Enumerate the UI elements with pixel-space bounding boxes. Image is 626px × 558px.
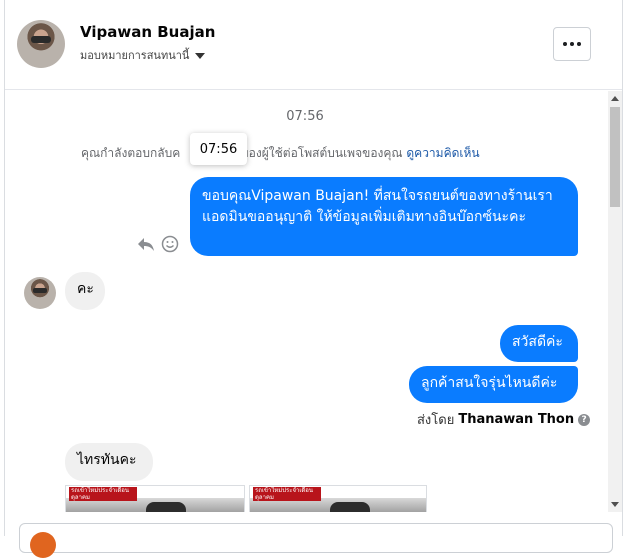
scroll-up-arrow-icon[interactable]: [611, 96, 619, 101]
more-options-button[interactable]: [553, 27, 591, 61]
outgoing-message[interactable]: สวัสดีค่ะ: [500, 325, 578, 362]
assign-conversation-label: มอบหมายการสนทนานี้: [80, 49, 190, 62]
reply-icon[interactable]: [137, 236, 155, 252]
message-composer[interactable]: [19, 523, 613, 558]
outgoing-message[interactable]: ลูกค้าสนใจรุ่นไหนดีค่ะ: [409, 366, 578, 403]
view-comment-link[interactable]: ดูความคิดเห็น: [406, 146, 479, 160]
contact-name[interactable]: Vipawan Buajan: [80, 23, 215, 41]
scroll-down-arrow-icon[interactable]: [611, 502, 619, 507]
image-attachment[interactable]: รถเข้าใหม่ประจำเดือน ตุลาคม: [249, 485, 427, 512]
notice-text-tail: นของผู้ใช้ต่อโพสต์บนเพจของคุณ: [232, 146, 403, 160]
promo-banner: รถเข้าใหม่ประจำเดือน ตุลาคม: [253, 487, 321, 501]
incoming-message[interactable]: ไทรทันคะ: [65, 443, 153, 481]
notice-text: คุณกำลังตอบกลับค: [81, 146, 181, 160]
comment-reply-notice: คุณกำลังตอบกลับค นของผู้ใช้ต่อโพสต์บนเพจข…: [81, 144, 480, 163]
help-icon[interactable]: ?: [578, 413, 591, 426]
thread-scrollbar[interactable]: [608, 91, 622, 512]
message-thread[interactable]: 07:56 คุณกำลังตอบกลับค นของผู้ใช้ต่อโพสต์…: [5, 91, 605, 512]
scrollbar-thumb[interactable]: [610, 107, 620, 207]
incoming-message[interactable]: คะ: [65, 272, 105, 310]
caret-down-icon: [195, 53, 206, 59]
message-actions: [137, 235, 179, 253]
sent-by-name: Thanawan Thon: [458, 412, 575, 427]
conversation-panel: Vipawan Buajan มอบหมายการสนทนานี้ 07:56 …: [4, 0, 623, 558]
outgoing-message[interactable]: ขอบคุณVipawan Buajan! ที่สนใจรถยนต์ของทา…: [190, 177, 578, 256]
promo-banner: รถเข้าใหม่ประจำเดือน ตุลาคม: [69, 487, 137, 501]
image-attachment[interactable]: รถเข้าใหม่ประจำเดือน ตุลาคม: [65, 485, 245, 512]
thread-timestamp: 07:56: [286, 109, 324, 124]
timestamp-tooltip: 07:56: [190, 133, 247, 165]
conversation-header: Vipawan Buajan มอบหมายการสนทนานี้: [5, 0, 622, 90]
contact-avatar-small: [24, 277, 56, 309]
assign-conversation-dropdown[interactable]: มอบหมายการสนทนานี้: [80, 46, 206, 64]
more-horizontal-icon: [563, 42, 581, 46]
sent-by-prefix: ส่งโดย: [417, 413, 455, 428]
emoji-reaction-icon[interactable]: [161, 235, 179, 253]
contact-avatar[interactable]: [17, 20, 65, 68]
sent-by-label: ส่งโดย Thanawan Thon ?: [417, 409, 591, 430]
